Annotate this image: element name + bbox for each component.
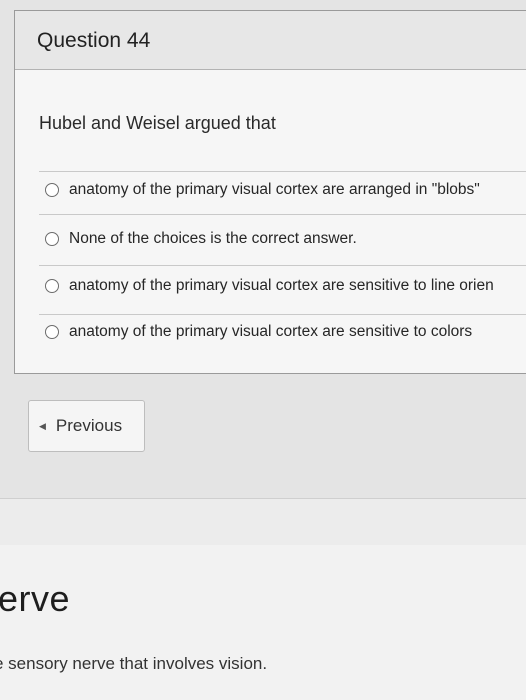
divider [39,265,526,266]
question-title: Question 44 [37,29,151,52]
background-page [0,545,526,700]
background-heading: erve [0,578,71,619]
question-panel: Question 44 Hubel and Weisel argued that… [14,10,526,374]
divider [39,314,526,315]
divider [39,171,526,172]
answer-option-2[interactable]: None of the choices is the correct answe… [45,224,357,254]
answer-option-label: anatomy of the primary visual cortex are… [69,323,473,340]
answer-option-label: anatomy of the primary visual cortex are… [69,181,480,198]
radio-button[interactable] [45,279,59,293]
answer-option-label: anatomy of the primary visual cortex are… [69,277,494,294]
chevron-left-icon: ◀ [39,420,46,431]
radio-button[interactable] [45,183,59,197]
background-text: e sensory nerve that involves vision. [0,654,268,673]
previous-button[interactable]: ◀ Previous [28,400,145,452]
answer-option-label: None of the choices is the correct answe… [69,230,357,247]
divider [39,214,526,215]
previous-button-label: Previous [55,416,123,435]
question-prompt: Hubel and Weisel argued that [39,113,276,133]
radio-button[interactable] [45,232,59,246]
answer-option-1[interactable]: anatomy of the primary visual cortex are… [45,175,480,205]
answer-option-3[interactable]: anatomy of the primary visual cortex are… [45,271,494,301]
radio-button[interactable] [45,325,59,339]
answer-option-4[interactable]: anatomy of the primary visual cortex are… [45,317,472,347]
question-header: Question 44 [15,11,526,70]
page-separator [0,498,526,546]
